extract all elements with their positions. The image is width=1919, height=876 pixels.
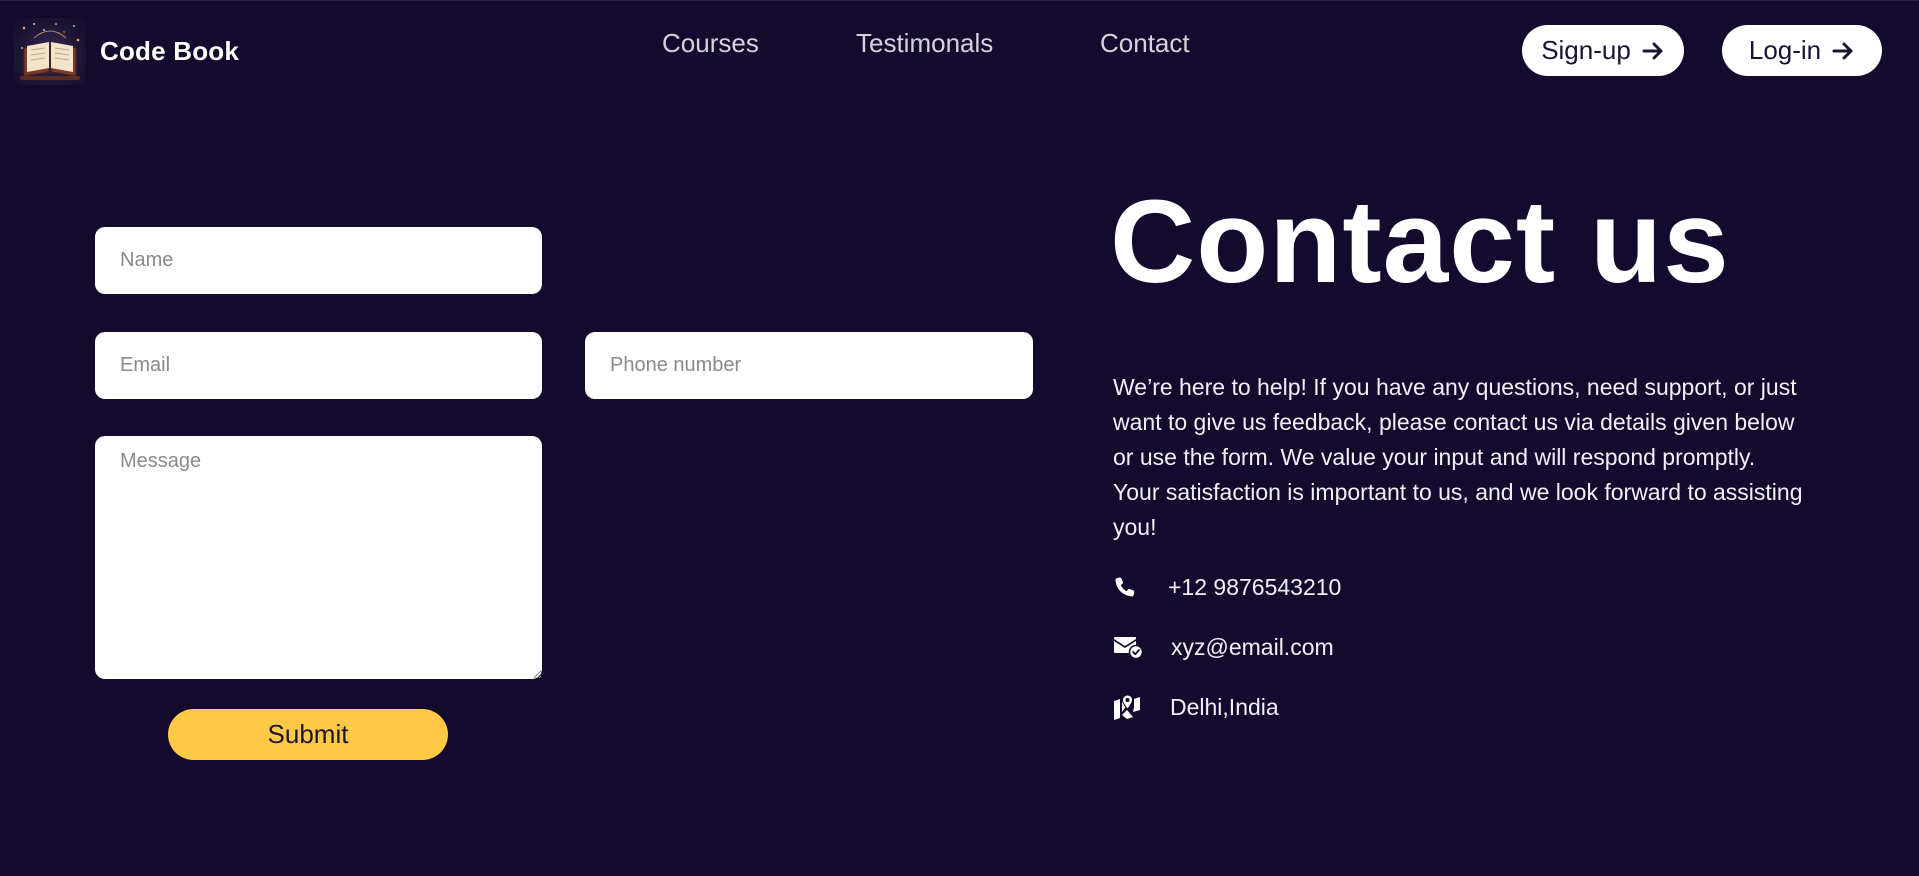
location-info: Delhi,India [1113,692,1279,722]
email-input[interactable] [95,332,542,399]
nav-testimonials-link[interactable]: Testimonals [856,28,993,59]
phone-text[interactable]: +12 9876543210 [1168,574,1341,601]
phone-icon [1113,572,1143,602]
arrow-right-icon [1831,39,1855,63]
phone-info: +12 9876543210 [1113,572,1341,602]
map-pin-icon [1113,692,1143,722]
signup-label: Sign-up [1541,35,1631,65]
message-textarea[interactable] [95,436,542,679]
signup-button[interactable]: Sign-up [1522,25,1684,76]
login-button[interactable]: Log-in [1722,25,1882,76]
submit-button[interactable]: Submit [168,709,448,760]
arrow-right-icon [1641,39,1665,63]
phone-input[interactable] [585,332,1033,399]
nav-courses-link[interactable]: Courses [662,28,759,59]
page-title: Contact us [1110,176,1730,308]
name-input[interactable] [95,227,542,294]
mail-check-icon [1113,632,1143,662]
email-text[interactable]: xyz@email.com [1171,634,1334,661]
login-label: Log-in [1748,35,1822,65]
email-info: xyz@email.com [1113,632,1334,662]
location-text: Delhi,India [1170,693,1279,720]
top-border [0,0,1919,1]
nav-contact-link[interactable]: Contact [1100,28,1190,59]
contact-description: We’re here to help! If you have any ques… [1113,374,1803,540]
